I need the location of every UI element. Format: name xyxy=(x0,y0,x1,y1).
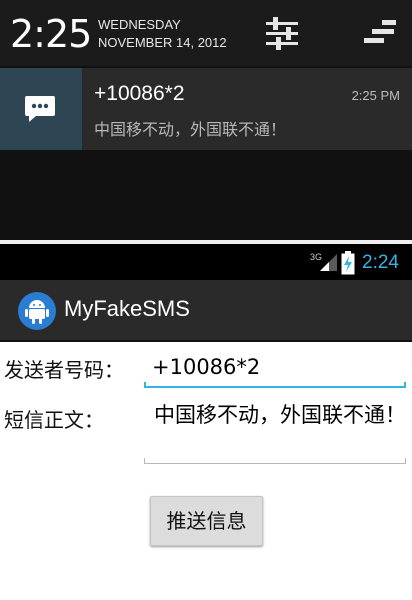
message-body-input[interactable]: 中国移不动，外国联不通！ xyxy=(144,400,406,464)
shade-weekday: WEDNESDAY xyxy=(98,17,181,32)
notification-text: 中国移不动，外国联不通！ xyxy=(94,120,287,139)
status-time: 2:24 xyxy=(362,252,399,273)
app-title: MyFakeSMS xyxy=(64,296,190,321)
notification-icon-box xyxy=(0,68,82,150)
clear-all-button[interactable] xyxy=(360,18,400,48)
body-label: 短信正文： xyxy=(4,408,104,432)
shade-header: 2:25 WEDNESDAY NOVEMBER 14, 2012 xyxy=(0,0,412,66)
sms-message-icon xyxy=(25,96,55,122)
clear-all-icon xyxy=(364,20,396,43)
notification-title: +10086*2 xyxy=(94,82,185,105)
notification-time: 2:25 PM xyxy=(351,88,400,103)
android-icon xyxy=(25,300,49,324)
shade-date: WEDNESDAY NOVEMBER 14, 2012 xyxy=(98,16,227,52)
status-bar: 3G 2:24 xyxy=(0,244,412,280)
signal-icon xyxy=(320,254,337,271)
sender-label: 发送者号码： xyxy=(4,358,124,382)
battery-charging-icon xyxy=(341,251,355,275)
quick-settings-button[interactable] xyxy=(262,14,302,52)
shade-date-text: NOVEMBER 14, 2012 xyxy=(98,35,227,50)
sliders-icon xyxy=(266,17,298,50)
notification-shade: 2:25 WEDNESDAY NOVEMBER 14, 2012 +10086*… xyxy=(0,0,412,240)
shade-clock: 2:25 xyxy=(10,12,92,56)
sender-number-input[interactable]: +10086*2 xyxy=(144,352,406,388)
app-icon[interactable] xyxy=(18,292,56,330)
action-bar: MyFakeSMS xyxy=(0,280,412,342)
send-message-button[interactable]: 推送信息 xyxy=(150,496,263,546)
sms-form: 发送者号码： +10086*2 短信正文： 中国移不动，外国联不通！ 推送信息 xyxy=(0,342,412,600)
sms-notification[interactable]: +10086*2 2:25 PM 中国移不动，外国联不通！ xyxy=(0,68,412,150)
